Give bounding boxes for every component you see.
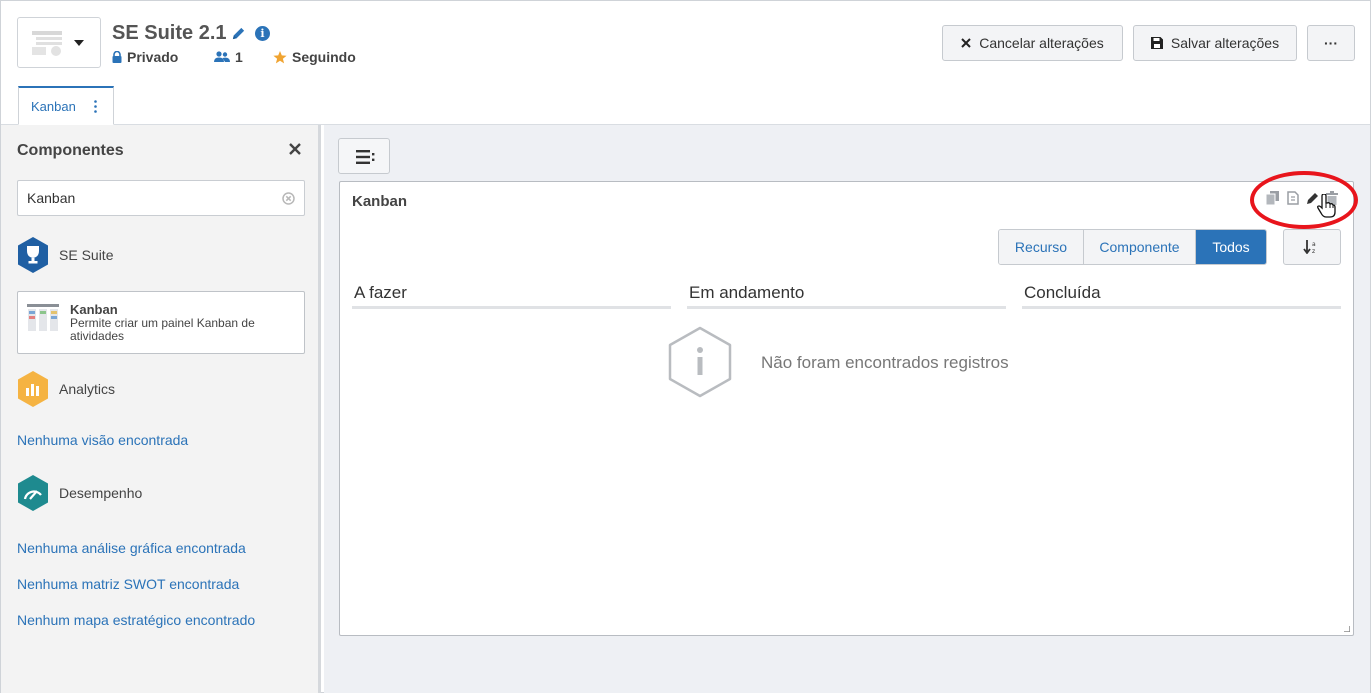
column-concluida: Concluída (1022, 283, 1341, 309)
kebab-menu-icon[interactable] (94, 100, 97, 113)
filter-todos[interactable]: Todos (1196, 230, 1266, 264)
cancel-changes-button[interactable]: Cancelar alterações (942, 25, 1123, 61)
no-strategic-map-link[interactable]: Nenhum mapa estratégico encontrado (17, 612, 255, 628)
app-icon-dropdown[interactable] (17, 17, 101, 68)
star-icon (273, 50, 287, 63)
follow-status[interactable]: Seguindo (273, 49, 356, 65)
column-a-fazer: A fazer (352, 283, 671, 309)
info-hexagon-icon (668, 326, 732, 398)
sort-button[interactable]: a z (1283, 229, 1341, 265)
panel-title: Kanban (352, 193, 408, 210)
sort-alpha-icon: a z (1303, 240, 1316, 254)
no-graphic-analysis-link[interactable]: Nenhuma análise gráfica encontrada (17, 540, 246, 556)
save-changes-label: Salvar alterações (1170, 35, 1280, 51)
clear-search-icon[interactable] (282, 192, 295, 205)
tab-kanban[interactable]: Kanban (18, 86, 114, 125)
highlight-annotation-ring (1250, 171, 1358, 229)
section-analytics-label: Analytics (59, 381, 116, 397)
column-em-andamento: Em andamento (687, 283, 1006, 309)
cancel-changes-label: Cancelar alterações (979, 35, 1104, 51)
trophy-icon (18, 237, 48, 273)
bar-chart-icon (18, 371, 48, 407)
sidebar-title: Componentes (17, 142, 124, 159)
section-se-suite[interactable]: SE Suite (17, 237, 113, 273)
section-analytics[interactable]: Analytics (17, 371, 115, 407)
page-title: SE Suite 2.1 (112, 22, 227, 44)
members-count[interactable]: 1 (214, 49, 243, 65)
card-description: Permite criar um painel Kanban de ativid… (70, 316, 255, 343)
component-search (17, 180, 305, 216)
kanban-panel: Kanban Recurso Componente Todos a z A fa… (339, 171, 1358, 636)
tab-kanban-label: Kanban (31, 98, 76, 114)
kanban-component-card[interactable]: Kanban Permite criar um painel Kanban de… (17, 291, 305, 354)
svg-text:z: z (1312, 248, 1315, 254)
component-search-input[interactable] (18, 181, 268, 215)
filter-segmented-control: Recurso Componente Todos (998, 229, 1267, 265)
ellipsis-icon: ··· (1324, 35, 1338, 51)
main-canvas: Kanban Recurso Componente Todos a z A fa… (324, 125, 1370, 693)
section-desempenho[interactable]: Desempenho (17, 475, 142, 511)
filter-recurso[interactable]: Recurso (999, 230, 1084, 264)
privacy-status: Privado (112, 49, 178, 65)
layout-menu-button[interactable] (338, 138, 390, 174)
privacy-label: Privado (127, 49, 179, 65)
kanban-icon (27, 304, 59, 331)
empty-state-message: Não foram encontrados registros (761, 353, 1009, 372)
resize-handle-icon[interactable] (1344, 626, 1350, 632)
more-options-button[interactable]: ··· (1307, 25, 1355, 61)
close-icon (961, 38, 971, 48)
hand-cursor-icon (1317, 194, 1336, 218)
save-changes-button[interactable]: Salvar alterações (1133, 25, 1297, 61)
floppy-disk-icon (1150, 37, 1163, 49)
page-header: SE Suite 2.1 i Privado 1 Seguindo Cancel… (1, 1, 1370, 125)
info-icon[interactable]: i (255, 26, 270, 41)
app-thumbnail-icon (32, 31, 62, 56)
no-views-link[interactable]: Nenhuma visão encontrada (17, 432, 188, 448)
pencil-icon[interactable] (231, 26, 246, 41)
section-desempenho-label: Desempenho (59, 485, 143, 501)
members-count-label: 1 (235, 49, 243, 65)
list-menu-icon (356, 150, 375, 164)
no-swot-link[interactable]: Nenhuma matriz SWOT encontrada (17, 576, 239, 592)
chevron-down-icon (74, 40, 84, 46)
follow-label: Seguindo (292, 49, 356, 65)
lock-icon (112, 51, 122, 63)
card-title: Kanban (70, 302, 118, 317)
filter-componente[interactable]: Componente (1084, 230, 1196, 264)
svg-text:a: a (1312, 241, 1316, 248)
components-sidebar: Componentes SE Suite Ka (1, 125, 321, 693)
users-icon (214, 51, 230, 62)
close-icon[interactable] (288, 142, 302, 156)
section-se-suite-label: SE Suite (59, 247, 114, 263)
gauge-icon (18, 475, 48, 511)
